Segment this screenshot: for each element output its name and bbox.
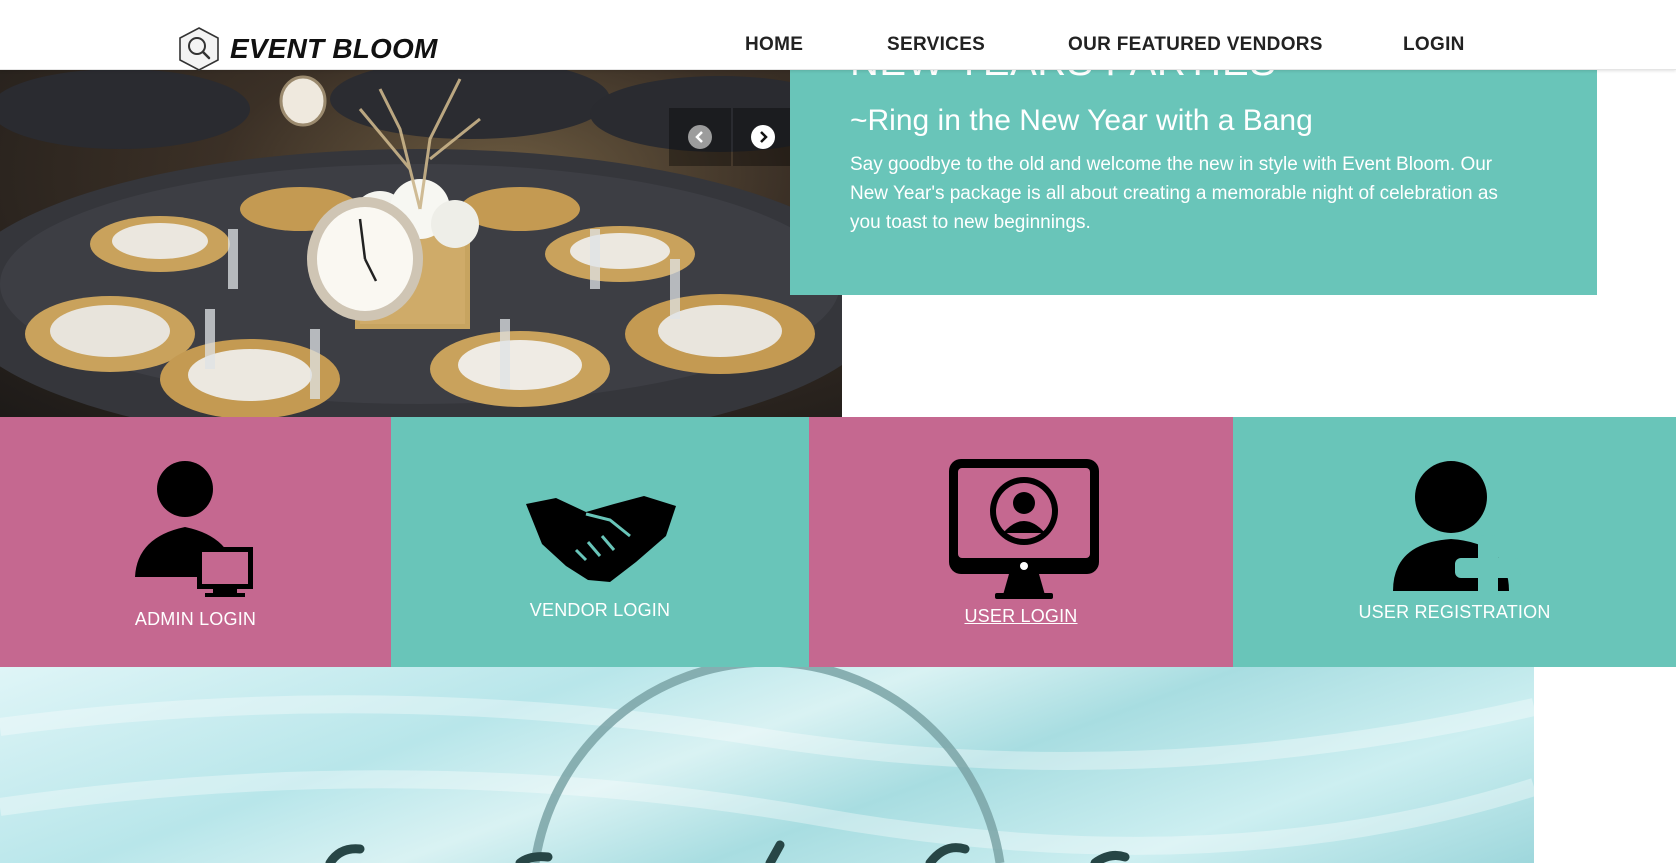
brand-logo[interactable]: EVENT BLOOM — [176, 26, 438, 72]
nav-services[interactable]: SERVICES — [887, 34, 985, 56]
user-login-tile[interactable]: USER LOGIN — [809, 417, 1233, 667]
carousel-prev-button[interactable] — [688, 125, 712, 149]
user-registration-tile[interactable]: USER REGISTRATION — [1233, 417, 1676, 667]
user-registration-label: USER REGISTRATION — [1358, 602, 1551, 622]
hero-description: Say goodbye to the old and welcome the n… — [850, 154, 1498, 233]
logo-script-decoration — [0, 667, 1534, 863]
bottom-banner-image — [0, 667, 1534, 863]
chevron-right-icon — [760, 131, 768, 143]
carousel-next-button[interactable] — [751, 125, 775, 149]
nav-featured-vendors[interactable]: OUR FEATURED VENDORS — [1068, 34, 1323, 56]
admin-login-label: ADMIN LOGIN — [134, 609, 257, 629]
vendor-login-label: VENDOR LOGIN — [529, 600, 671, 620]
user-monitor-icon — [949, 459, 1099, 599]
brand-name: EVENT BLOOM — [230, 33, 438, 64]
user-login-label: USER LOGIN — [964, 606, 1078, 626]
hexagon-search-icon — [179, 27, 219, 71]
admin-login-tile[interactable]: ADMIN LOGIN — [0, 417, 391, 667]
hero-subtitle: ~Ring in the New Year with a Bang — [850, 104, 1313, 137]
vendor-login-tile[interactable]: VENDOR LOGIN — [391, 417, 809, 667]
handshake-icon — [526, 496, 676, 582]
site-header: EVENT BLOOM HOME SERVICES OUR FEATURED V… — [0, 0, 1676, 72]
nav-login[interactable]: LOGIN — [1403, 34, 1465, 56]
chevron-left-icon — [695, 131, 703, 143]
user-add-icon — [1393, 461, 1521, 601]
admin-computer-icon — [135, 461, 253, 597]
nav-home[interactable]: HOME — [745, 34, 803, 56]
